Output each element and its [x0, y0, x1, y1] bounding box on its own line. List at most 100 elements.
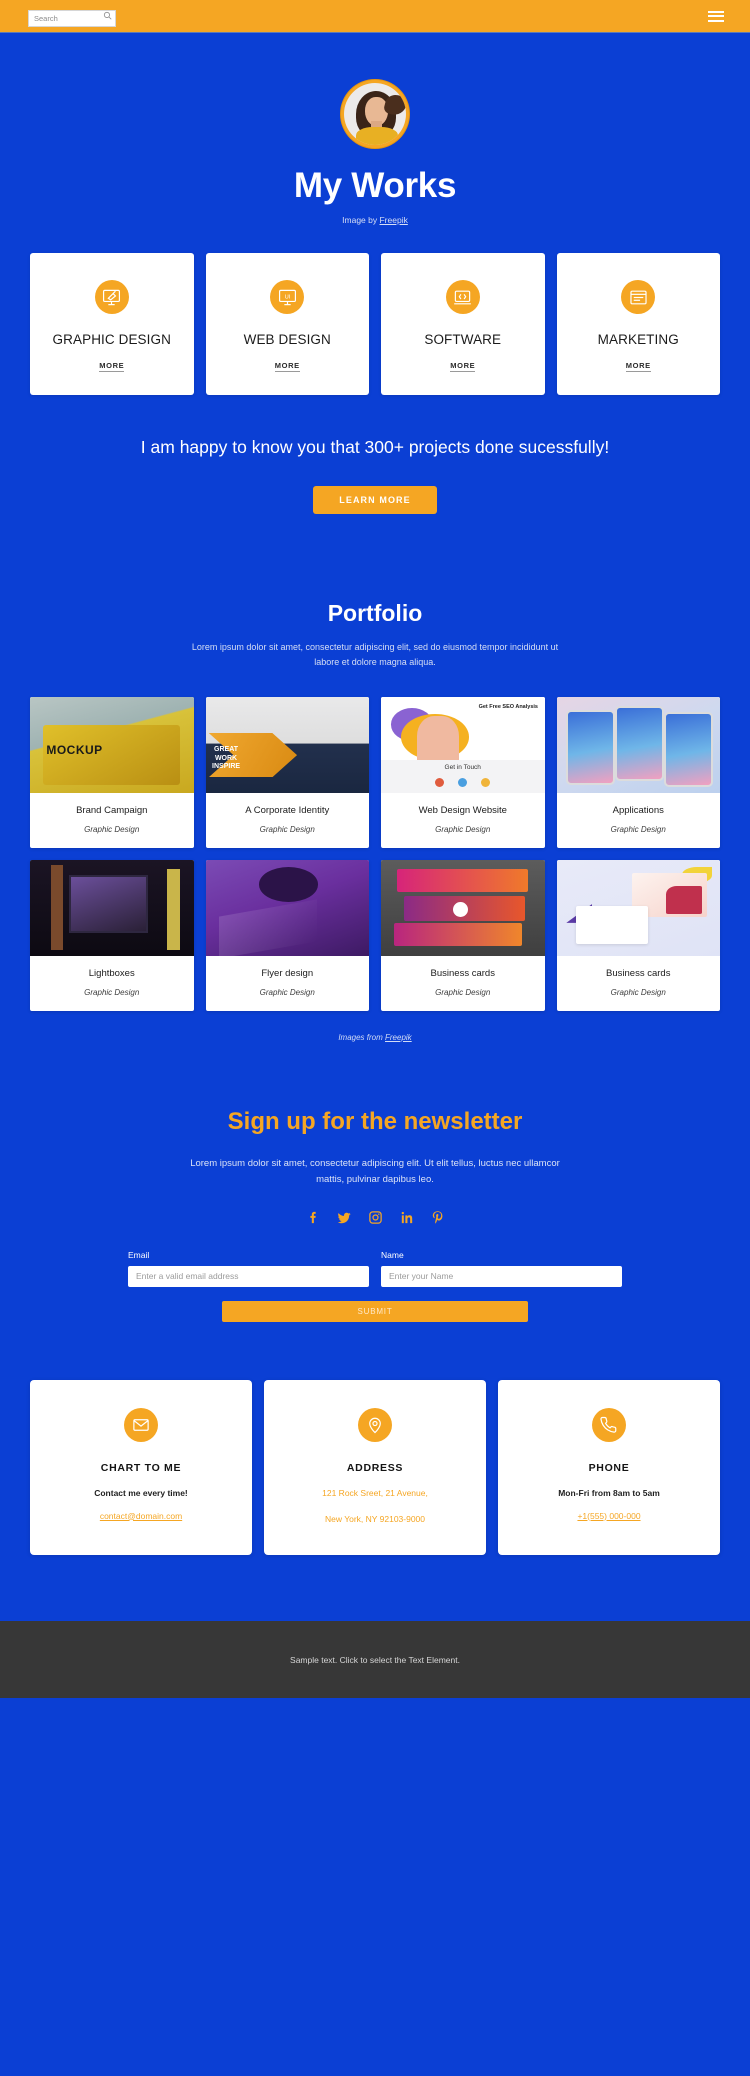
email-input[interactable]: [128, 1265, 369, 1287]
thumb-shape: [452, 901, 468, 917]
portfolio-caption: Business cards Graphic Design: [381, 956, 545, 1011]
service-more-link[interactable]: MORE: [274, 361, 300, 372]
contact-card-line: Mon-Fri from 8am to 5am: [558, 1487, 660, 1498]
contact-email-link[interactable]: contact@domain.com: [100, 1511, 182, 1521]
thumb-shape: [51, 865, 63, 950]
portfolio-item[interactable]: Flyer design Graphic Design: [205, 859, 370, 1011]
service-card-web-design[interactable]: UI WEB DESIGN MORE: [205, 253, 369, 395]
portfolio-thumbnail-lightboxes: [30, 859, 194, 956]
portfolio-item-category: Graphic Design: [435, 987, 491, 997]
portfolio-item-category: Graphic Design: [435, 824, 491, 834]
portfolio-item-category: Graphic Design: [259, 987, 315, 997]
cta-section: I am happy to know you that 300+ project…: [0, 435, 750, 514]
thumb-shape: [218, 898, 317, 956]
portfolio-caption: Lightboxes Graphic Design: [30, 956, 194, 1011]
service-more-link[interactable]: MORE: [625, 361, 651, 372]
portfolio-item-category: Graphic Design: [259, 824, 315, 834]
portfolio-caption: Flyer design Graphic Design: [206, 956, 370, 1011]
service-more-link[interactable]: MORE: [450, 361, 476, 372]
portfolio-thumbnail-business-cards-pink: [381, 859, 545, 956]
thumb-label: Get Free SEO Analysis: [478, 704, 538, 711]
portfolio-thumbnail-mockup-bag: MOCKUP: [30, 696, 194, 793]
thumb-shape: [259, 867, 319, 902]
software-code-icon: [445, 280, 480, 314]
portfolio-item-name: Brand Campaign: [76, 804, 148, 816]
portfolio-item-category: Graphic Design: [610, 987, 666, 997]
service-card-graphic-design[interactable]: GRAPHIC DESIGN MORE: [30, 253, 194, 395]
portfolio-caption: Brand Campaign Graphic Design: [30, 793, 194, 848]
service-title: SOFTWARE: [424, 332, 502, 347]
portfolio-item-name: Business cards: [606, 967, 671, 979]
portfolio-item[interactable]: Business cards Graphic Design: [556, 859, 721, 1011]
thumb-shape: [664, 711, 714, 787]
portfolio-item[interactable]: Lightboxes Graphic Design: [30, 859, 194, 1011]
contact-card-title: PHONE: [588, 1461, 630, 1474]
thumb-shape: [576, 905, 649, 945]
portfolio-item[interactable]: Applications Graphic Design: [556, 696, 720, 848]
hero-credit-link[interactable]: Freepik: [379, 215, 407, 225]
portfolio-item-name: Web Design Website: [418, 804, 507, 816]
portfolio-section: Portfolio Lorem ipsum dolor sit amet, co…: [0, 600, 750, 1042]
name-input[interactable]: [381, 1265, 622, 1287]
contact-card-title: CHART TO ME: [100, 1461, 182, 1474]
portfolio-subtitle: Lorem ipsum dolor sit amet, consectetur …: [191, 641, 559, 667]
learn-more-button[interactable]: LEARN MORE: [313, 485, 437, 514]
newsletter-section: Sign up for the newsletter Lorem ipsum d…: [0, 1108, 750, 1322]
cta-headline: I am happy to know you that 300+ project…: [140, 436, 610, 457]
pinterest-icon[interactable]: [429, 1210, 445, 1226]
search-input[interactable]: [28, 9, 116, 27]
search-box: [28, 8, 116, 27]
newsletter-form: Email Name: [0, 1250, 750, 1287]
portfolio-caption: A Corporate Identity Graphic Design: [206, 793, 370, 848]
portfolio-item-name: Business cards: [430, 967, 495, 979]
contact-card-line: New York, NY 92103-9000: [324, 1513, 426, 1524]
contact-phone-link[interactable]: +1(555) 000-000: [577, 1511, 640, 1521]
hamburger-line: [708, 19, 724, 22]
portfolio-caption: Business cards Graphic Design: [557, 956, 721, 1011]
thumb-label: MOCKUP: [46, 742, 103, 757]
envelope-icon: [124, 1407, 158, 1442]
portfolio-item[interactable]: Business cards Graphic Design: [381, 859, 545, 1011]
portfolio-item-category: Graphic Design: [84, 987, 140, 997]
portfolio-thumbnail-business-cards-light: [556, 859, 720, 956]
services-cards: GRAPHIC DESIGN MORE UI WEB DESIGN MORE S…: [0, 253, 750, 395]
portfolio-caption: Web Design Website Graphic Design: [381, 793, 545, 848]
portfolio-thumbnail-corporate-brochure: GREAT WORK INSPIRE: [205, 696, 369, 793]
portfolio-credit-link[interactable]: Freepik: [385, 1033, 412, 1042]
portfolio-credit-prefix: Images from: [338, 1032, 385, 1042]
service-title: MARKETING: [597, 332, 679, 347]
portfolio-item[interactable]: MOCKUP Brand Campaign Graphic Design: [30, 696, 194, 848]
submit-button[interactable]: SUBMIT: [222, 1300, 528, 1322]
linkedin-icon[interactable]: [398, 1210, 414, 1226]
hero-section: My Works Image by Freepik: [0, 33, 750, 225]
portfolio-item[interactable]: GREAT WORK INSPIRE A Corporate Identity Gr…: [205, 696, 370, 848]
facebook-icon[interactable]: [305, 1210, 321, 1226]
portfolio-item-name: Lightboxes: [88, 967, 135, 979]
thumb-shape: [69, 874, 148, 933]
portfolio-thumbnail-seo-landing-page: Get Free SEO Analysis Get in Touch: [381, 696, 545, 793]
footer-text[interactable]: Sample text. Click to select the Text El…: [290, 1655, 460, 1665]
hamburger-line: [708, 10, 724, 13]
portfolio-item[interactable]: Get Free SEO Analysis Get in Touch Web D…: [381, 696, 545, 848]
contact-card-line: Contact me every time!: [94, 1487, 188, 1498]
thumb-label: Get in Touch: [444, 764, 481, 772]
portfolio-item-category: Graphic Design: [610, 824, 666, 834]
graphic-design-icon: [94, 280, 129, 314]
newsletter-subtitle: Lorem ipsum dolor sit amet, consectetur …: [190, 1157, 560, 1185]
twitter-icon[interactable]: [336, 1210, 352, 1226]
thumb-shape: [394, 922, 522, 946]
contact-card-chat: CHART TO ME Contact me every time! conta…: [30, 1379, 252, 1556]
contact-card-line: 121 Rock Sreet, 21 Avenue,: [322, 1487, 428, 1498]
thumb-shape: [566, 710, 616, 785]
portfolio-item-name: Flyer design: [261, 967, 314, 979]
service-card-marketing[interactable]: MARKETING MORE: [556, 253, 720, 395]
hamburger-menu-icon[interactable]: [708, 10, 724, 22]
contact-card-address: ADDRESS 121 Rock Sreet, 21 Avenue, New Y…: [264, 1379, 486, 1556]
thumb-shape: [167, 869, 181, 950]
social-links: [0, 1210, 750, 1226]
service-more-link[interactable]: MORE: [99, 361, 125, 372]
instagram-icon[interactable]: [367, 1210, 383, 1226]
hamburger-line: [708, 15, 724, 17]
service-card-software[interactable]: SOFTWARE MORE: [381, 253, 545, 395]
phone-icon: [592, 1407, 626, 1442]
